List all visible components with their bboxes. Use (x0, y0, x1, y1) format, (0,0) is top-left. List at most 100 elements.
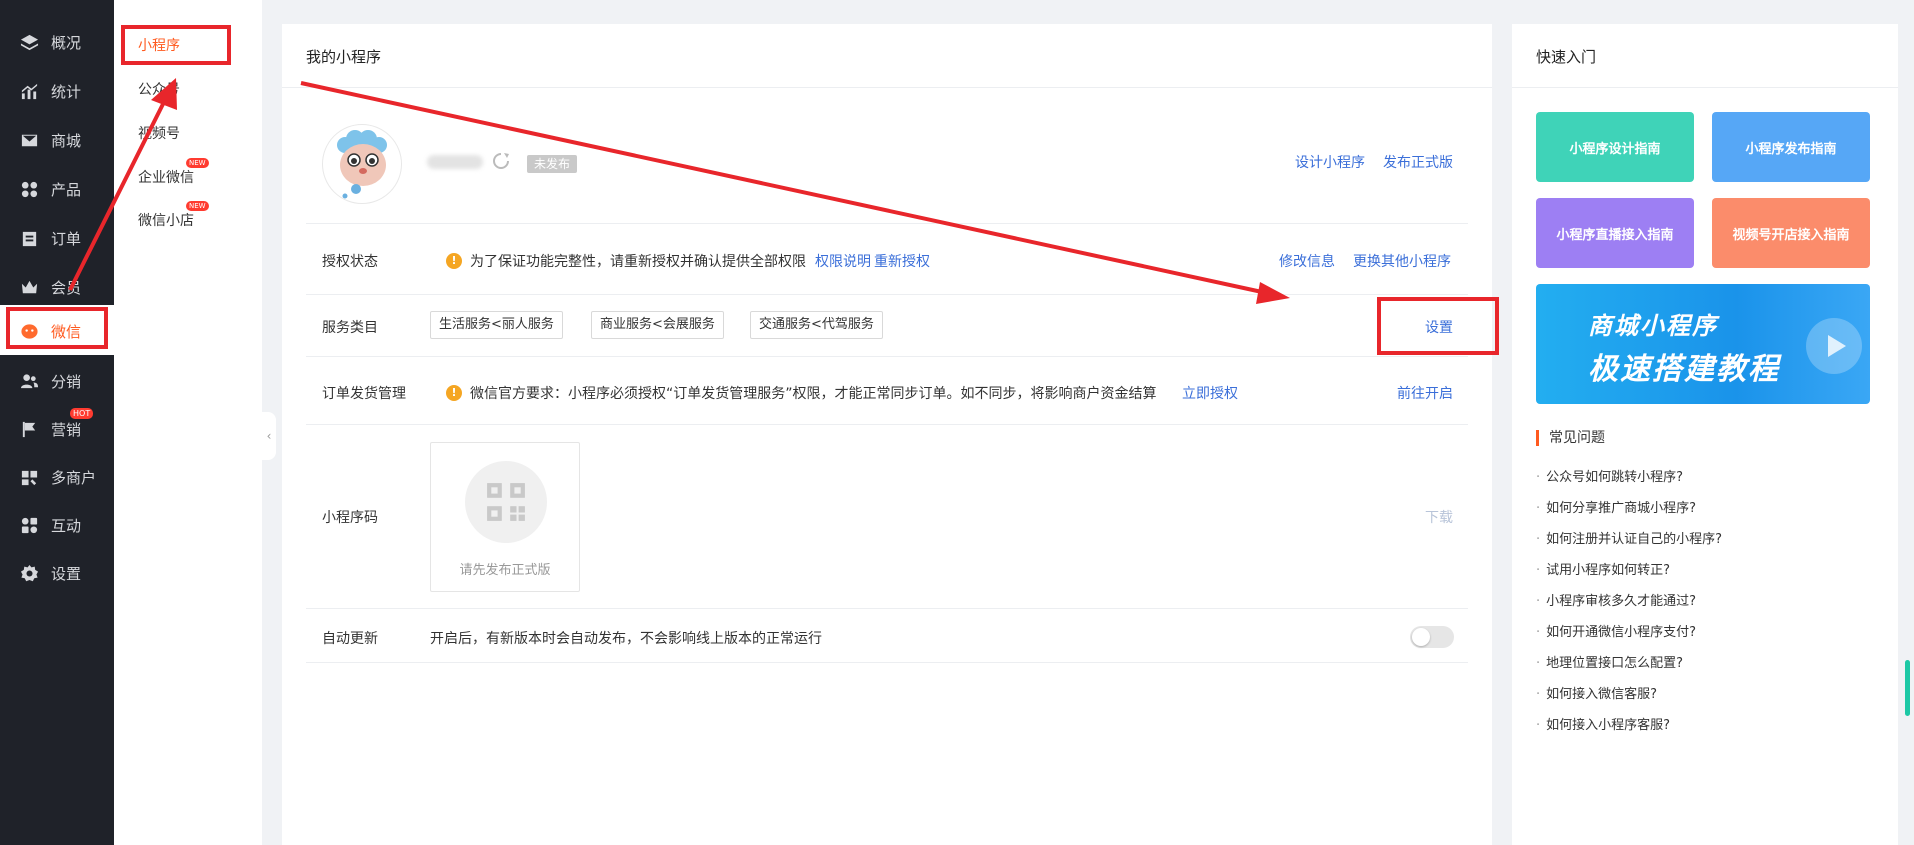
sidebar-item-label: 多商户 (51, 468, 97, 487)
sub-sidebar: 小程序 公众号 视频号 企业微信 NEW 微信小店 NEW (114, 0, 262, 845)
sidebar-item-label: 会员 (51, 278, 82, 297)
download-link[interactable]: 下载 (1425, 507, 1453, 527)
faq-title: 常见问题 (1536, 430, 1605, 446)
category-chip: 生活服务<丽人服务 (430, 311, 563, 339)
sidebar-item-label: 营销 (51, 420, 82, 439)
auth-message: 为了保证功能完整性，请重新授权并确认提供全部权限 (470, 254, 806, 270)
sidebar-item-interaction[interactable]: 互动 (0, 502, 114, 548)
qrcode-icon (487, 483, 525, 521)
service-category-label: 服务类目 (322, 320, 378, 336)
subnav-item-label: 微信小店 (138, 213, 194, 229)
reauthorize-link[interactable]: 重新授权 (874, 251, 930, 271)
page-title: 我的小程序 (306, 48, 382, 66)
sidebar-item-settings[interactable]: 设置 (0, 550, 114, 596)
order-icon (19, 228, 39, 248)
miniprogram-name-blurred (427, 155, 483, 169)
refresh-icon[interactable] (492, 152, 510, 170)
qrcode-box: 请先发布正式版 (430, 442, 580, 592)
highlight-box-miniprogram (121, 25, 231, 65)
banner-line-1: 商城小程序 (1588, 312, 1718, 340)
sidebar-item-label: 设置 (51, 564, 82, 583)
faq-item[interactable]: 如何接入小程序客服? (1536, 714, 1670, 733)
faq-item[interactable]: 试用小程序如何转正? (1536, 559, 1670, 578)
go-enable-link[interactable]: 前往开启 (1397, 383, 1453, 403)
sidebar-item-mall[interactable]: 商城 (0, 117, 114, 163)
subnav-item-label: 企业微信 (138, 170, 194, 186)
sidebar-item-label: 商城 (51, 131, 82, 150)
sidebar-item-distribution[interactable]: 分销 (0, 358, 114, 404)
sidebar-item-members[interactable]: 会员 (0, 264, 114, 310)
subnav-item-official-account[interactable]: 公众号 (138, 79, 180, 99)
sidebar-item-label: 产品 (51, 180, 82, 199)
hot-badge: HOT (70, 408, 94, 419)
highlight-box-settings (1377, 297, 1499, 355)
gear-icon (19, 563, 39, 583)
sidebar-item-statistics[interactable]: 统计 (0, 68, 114, 114)
sidebar-item-marketing[interactable]: 营销 HOT (0, 406, 114, 452)
main-sidebar: 概况 统计 商城 产品 订单 会员 微信 分销 营销 HOT 多商户 互动 设置 (0, 0, 114, 845)
faq-item[interactable]: 公众号如何跳转小程序? (1536, 466, 1683, 485)
sidebar-item-label: 统计 (51, 82, 82, 101)
new-badge: NEW (186, 201, 209, 211)
guide-card-channels-shop[interactable]: 视频号开店接入指南 (1712, 198, 1870, 268)
chevron-left-icon: ‹ (266, 429, 272, 443)
auto-update-message: 开启后，有新版本时会自动发布，不会影响线上版本的正常运行 (430, 631, 822, 647)
grid-icon (19, 179, 39, 199)
users-icon (19, 371, 39, 391)
category-chip: 商业服务<会展服务 (591, 311, 724, 339)
permission-info-link[interactable]: 权限说明 (815, 251, 871, 271)
faq-item[interactable]: 如何注册并认证自己的小程序? (1536, 528, 1722, 547)
auto-update-toggle[interactable] (1410, 626, 1454, 648)
guide-card-publish[interactable]: 小程序发布指南 (1712, 112, 1870, 182)
highlight-box-wechat (6, 307, 108, 349)
shipping-message: 微信官方要求：小程序必须授权“订单发货管理服务”权限，才能正常同步订单。如不同步… (470, 386, 1157, 402)
category-chip: 交通服务<代驾服务 (750, 311, 883, 339)
warning-icon: ! (446, 385, 462, 401)
new-badge: NEW (186, 158, 209, 168)
publish-release-link[interactable]: 发布正式版 (1383, 152, 1453, 172)
tutorial-banner[interactable]: 商城小程序 极速搭建教程 (1536, 284, 1870, 404)
guide-card-live[interactable]: 小程序直播接入指南 (1536, 198, 1694, 268)
subnav-item-wecom[interactable]: 企业微信 NEW (138, 158, 209, 187)
qrcode-label: 小程序码 (322, 510, 378, 526)
sidebar-item-label: 订单 (51, 229, 82, 248)
authorize-now-link[interactable]: 立即授权 (1182, 383, 1238, 403)
sidebar-item-label: 概况 (51, 33, 82, 52)
crown-icon (19, 277, 39, 297)
subnav-item-wechat-shop[interactable]: 微信小店 NEW (138, 201, 209, 230)
sidebar-item-multi-merchant[interactable]: 多商户 (0, 454, 114, 500)
sidebar-item-label: 互动 (51, 516, 82, 535)
guide-card-design[interactable]: 小程序设计指南 (1536, 112, 1694, 182)
status-badge: 未发布 (527, 155, 578, 173)
sidebar-item-orders[interactable]: 订单 (0, 215, 114, 261)
auth-status-label: 授权状态 (322, 254, 378, 270)
mail-icon (19, 130, 39, 150)
layers-icon (19, 32, 39, 52)
flag-icon (19, 419, 39, 439)
play-icon (1806, 318, 1862, 374)
interact-icon (19, 515, 39, 535)
sidebar-item-product[interactable]: 产品 (0, 166, 114, 212)
faq-item[interactable]: 小程序审核多久才能通过? (1536, 590, 1696, 609)
edit-info-link[interactable]: 修改信息 (1279, 251, 1335, 271)
design-miniprogram-link[interactable]: 设计小程序 (1295, 152, 1365, 172)
warning-icon: ! (446, 253, 462, 269)
faq-item[interactable]: 如何分享推广商城小程序? (1536, 497, 1696, 516)
qrcode-placeholder: 请先发布正式版 (459, 563, 551, 578)
auto-update-label: 自动更新 (322, 631, 378, 647)
page-scrollbar[interactable] (1905, 660, 1910, 716)
quick-start-panel: 快速入门 小程序设计指南 小程序发布指南 小程序直播接入指南 视频号开店接入指南… (1512, 24, 1898, 845)
subnav-item-channels[interactable]: 视频号 (138, 123, 180, 143)
chart-icon (19, 81, 39, 101)
faq-item[interactable]: 如何开通微信小程序支付? (1536, 621, 1696, 640)
quick-start-title: 快速入门 (1536, 48, 1597, 66)
avatar (322, 124, 402, 204)
faq-item[interactable]: 如何接入微信客服? (1536, 683, 1657, 702)
store-icon (19, 467, 39, 487)
switch-miniprogram-link[interactable]: 更换其他小程序 (1353, 251, 1451, 271)
faq-item[interactable]: 地理位置接口怎么配置? (1536, 652, 1683, 671)
sidebar-item-overview[interactable]: 概况 (0, 19, 114, 65)
shipping-management-label: 订单发货管理 (322, 386, 406, 402)
sidebar-item-label: 分销 (51, 372, 82, 391)
collapse-toggle[interactable]: ‹ (262, 412, 276, 460)
